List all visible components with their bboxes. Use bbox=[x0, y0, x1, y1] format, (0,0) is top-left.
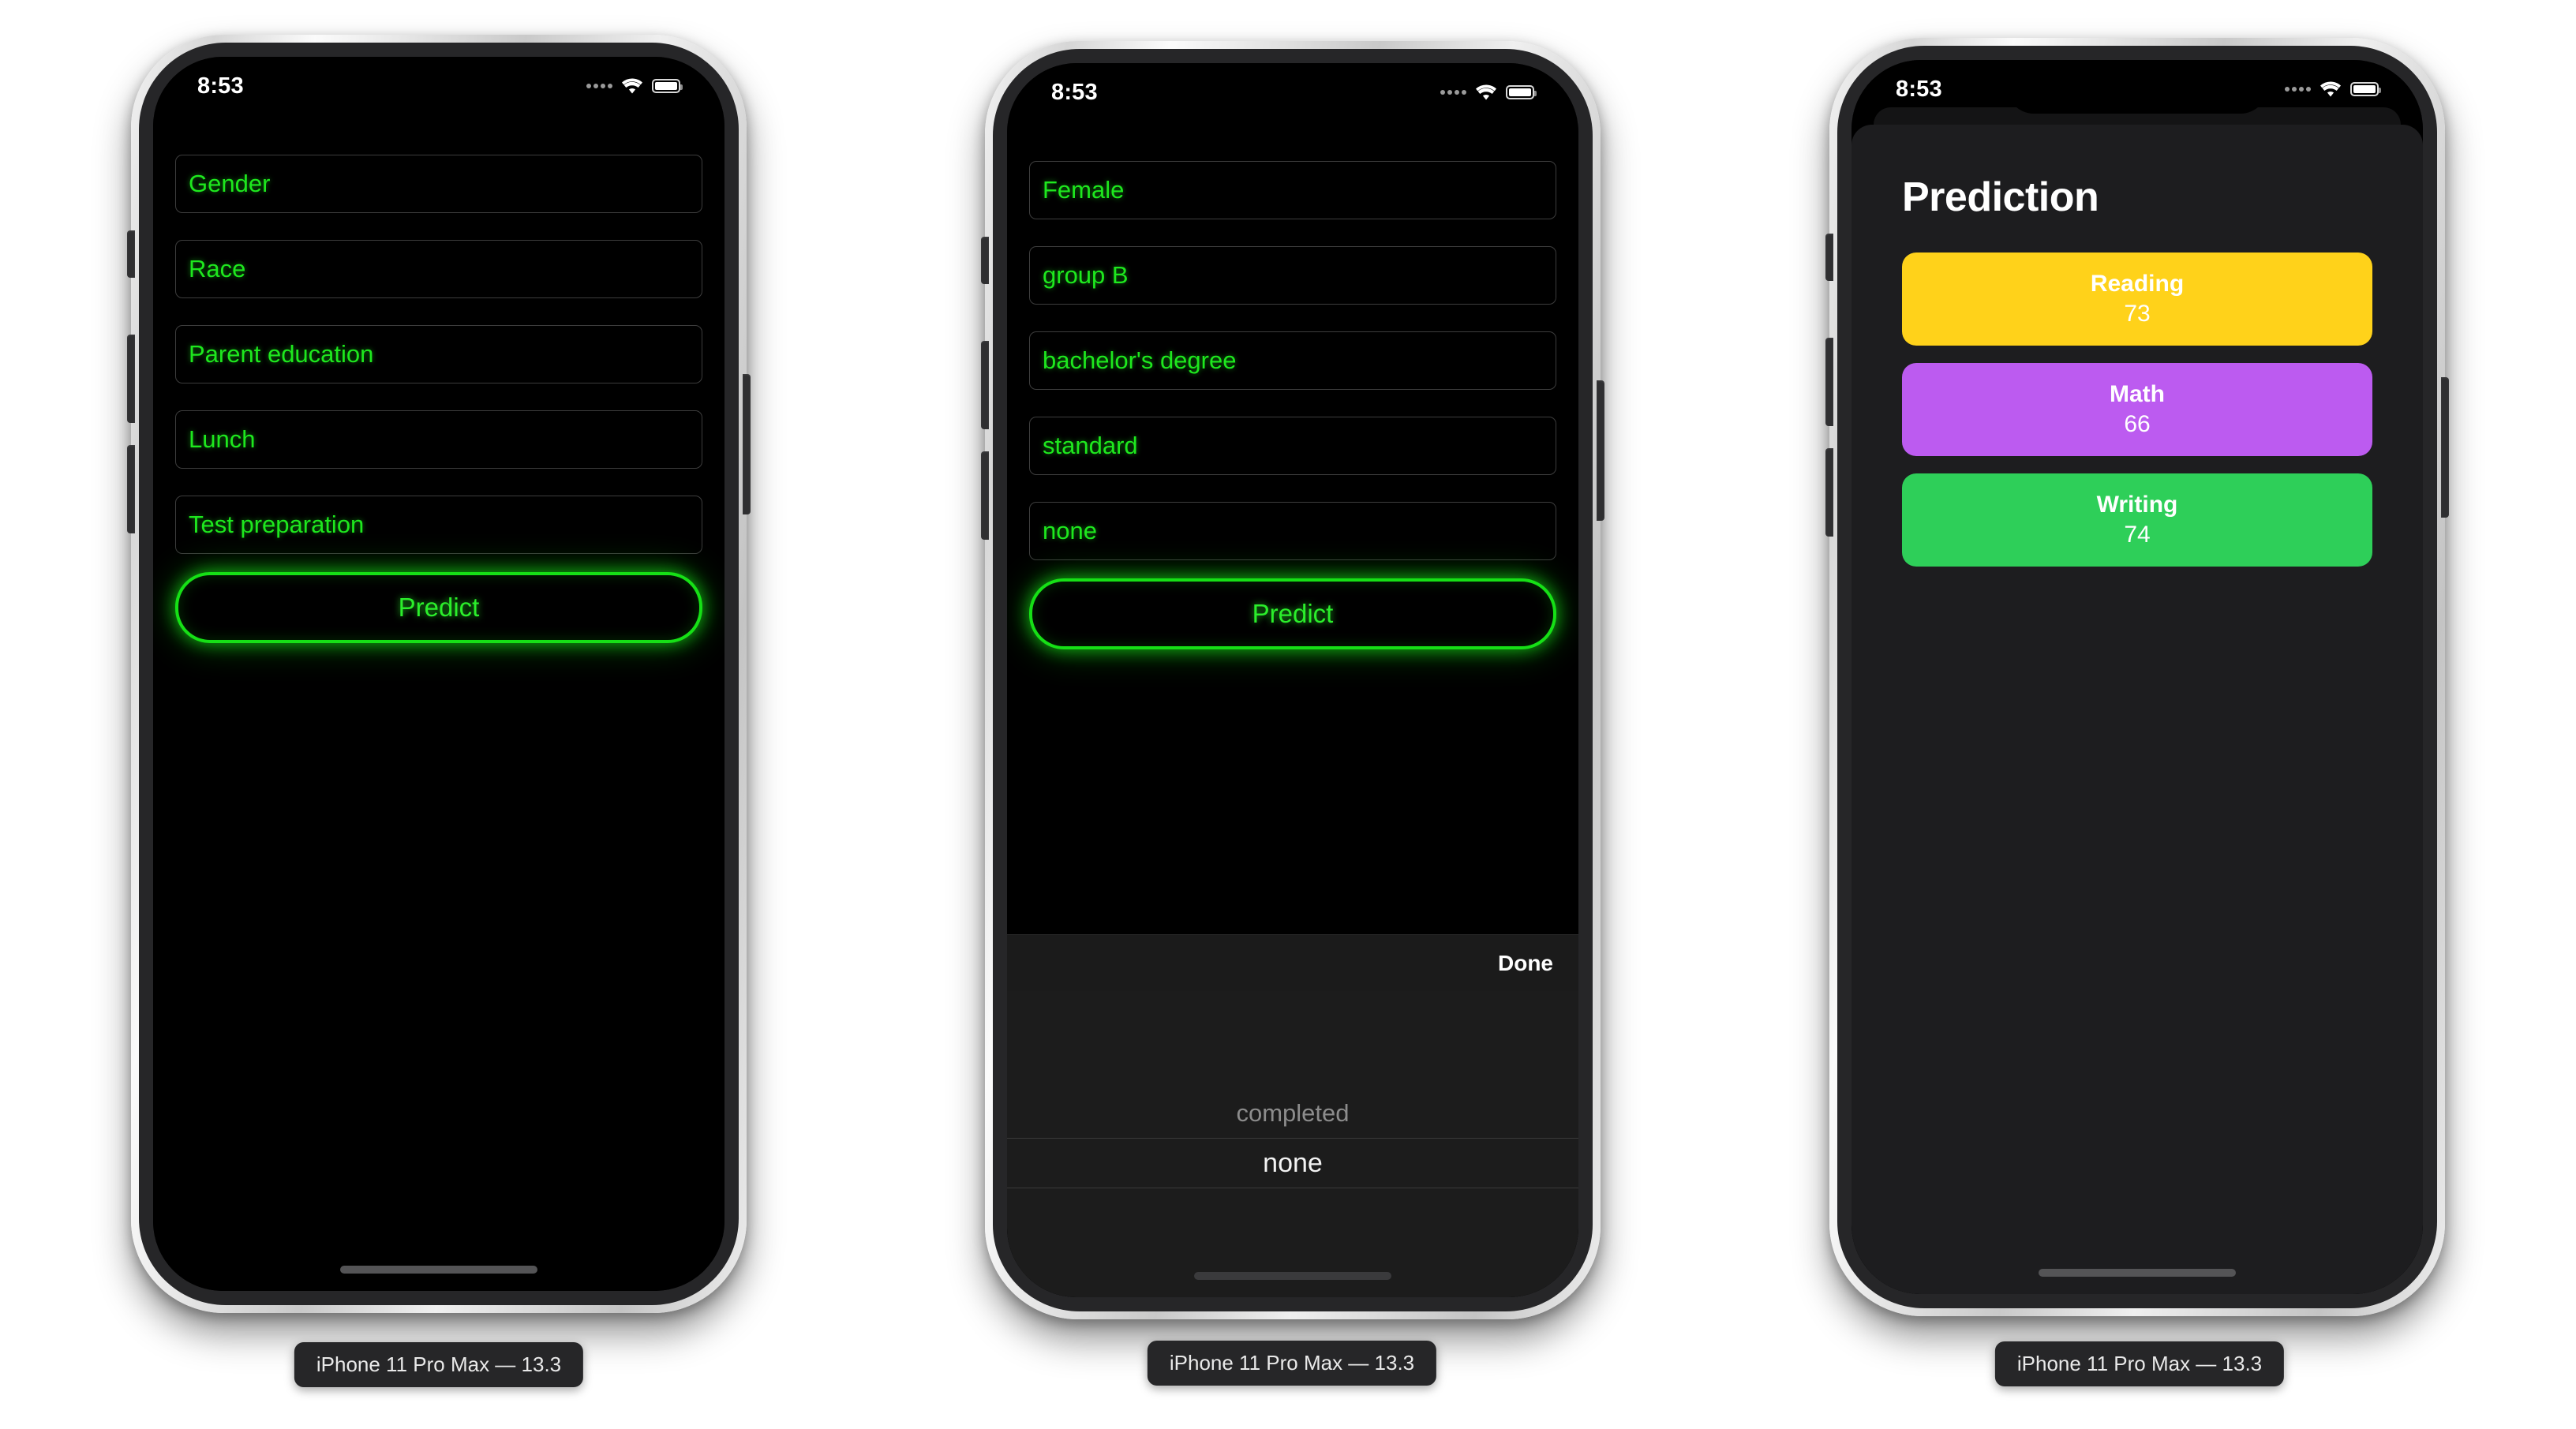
volume-up-button[interactable] bbox=[127, 335, 135, 423]
power-button[interactable] bbox=[2441, 377, 2449, 518]
done-button[interactable]: Done bbox=[1498, 951, 1553, 976]
predict-button[interactable]: Predict bbox=[175, 572, 702, 643]
score-card-writing[interactable]: Writing 74 bbox=[1902, 473, 2372, 567]
field-lunch[interactable]: Lunch bbox=[175, 410, 702, 469]
simulator-window-1[interactable]: 8:53 Gender Race Parent education Lunch … bbox=[127, 35, 751, 1313]
picker-rows: completed none bbox=[1007, 991, 1578, 1188]
input-field-list: Female group B bachelor's degree standar… bbox=[1007, 161, 1578, 587]
volume-down-button[interactable] bbox=[981, 451, 989, 540]
notch bbox=[1163, 63, 1423, 117]
predict-button-label: Predict bbox=[1252, 599, 1334, 628]
volume-down-button[interactable] bbox=[1825, 448, 1833, 537]
volume-up-button[interactable] bbox=[1825, 338, 1833, 426]
score-card-reading-subject: Reading bbox=[2090, 271, 2185, 297]
volume-up-button[interactable] bbox=[981, 341, 989, 429]
input-field-list: Gender Race Parent education Lunch Test … bbox=[153, 155, 724, 581]
device-caption-3: iPhone 11 Pro Max — 13.3 bbox=[1994, 1341, 2285, 1386]
predict-button-wrap: Predict bbox=[1007, 578, 1578, 649]
picker-toolbar: Done bbox=[1007, 934, 1578, 991]
field-lunch-text: Lunch bbox=[189, 425, 256, 453]
field-test-preparation[interactable]: Test preparation bbox=[175, 496, 702, 554]
score-card-reading-value: 73 bbox=[2124, 301, 2151, 327]
field-race[interactable]: Race bbox=[175, 240, 702, 298]
score-card-writing-value: 74 bbox=[2124, 522, 2151, 548]
notch bbox=[309, 57, 569, 110]
volume-down-button[interactable] bbox=[127, 445, 135, 533]
field-gender-text: Gender bbox=[189, 170, 271, 197]
field-gender-text: Female bbox=[1043, 176, 1125, 204]
prediction-score-list: Reading 73 Math 66 Writing 74 bbox=[1902, 253, 2372, 584]
picker-spacer-top bbox=[1007, 991, 1578, 1040]
picker-option-none-selected[interactable]: none bbox=[1007, 1138, 1578, 1188]
score-card-math-subject: Math bbox=[2110, 381, 2165, 407]
score-card-reading[interactable]: Reading 73 bbox=[1902, 253, 2372, 346]
field-test-preparation-text: Test preparation bbox=[189, 511, 365, 538]
mute-switch-button[interactable] bbox=[1825, 234, 1833, 281]
field-lunch[interactable]: standard bbox=[1029, 417, 1556, 475]
score-card-math[interactable]: Math 66 bbox=[1902, 363, 2372, 456]
field-parent-education[interactable]: Parent education bbox=[175, 325, 702, 383]
device-screen-3[interactable]: 8:53 Prediction Reading 73 Math 66 Writi… bbox=[1852, 60, 2423, 1294]
field-parent-education-text: Parent education bbox=[189, 340, 374, 368]
picker-wheel[interactable]: completed none bbox=[1007, 991, 1578, 1297]
mute-switch-button[interactable] bbox=[127, 230, 135, 278]
field-gender[interactable]: Gender bbox=[175, 155, 702, 213]
home-indicator[interactable] bbox=[2039, 1269, 2236, 1277]
score-card-math-value: 66 bbox=[2124, 411, 2151, 437]
picker-option-completed[interactable]: completed bbox=[1007, 1089, 1578, 1138]
page-title: Prediction bbox=[1902, 174, 2099, 220]
field-parent-education[interactable]: bachelor's degree bbox=[1029, 331, 1556, 390]
field-gender[interactable]: Female bbox=[1029, 161, 1556, 219]
device-screen-2[interactable]: 8:53 Female group B bachelor's degree st… bbox=[1007, 63, 1578, 1297]
field-race-text: Race bbox=[189, 255, 246, 282]
score-card-writing-subject: Writing bbox=[2096, 492, 2178, 518]
picker-spacer-top2 bbox=[1007, 1040, 1578, 1089]
field-race-text: group B bbox=[1043, 261, 1129, 289]
mute-switch-button[interactable] bbox=[981, 237, 989, 284]
field-lunch-text: standard bbox=[1043, 432, 1138, 459]
simulator-stage: 8:53 Gender Race Parent education Lunch … bbox=[0, 0, 2576, 1429]
field-race[interactable]: group B bbox=[1029, 246, 1556, 305]
device-screen-1[interactable]: 8:53 Gender Race Parent education Lunch … bbox=[153, 57, 724, 1291]
device-caption-2: iPhone 11 Pro Max — 13.3 bbox=[1147, 1341, 1437, 1386]
field-test-preparation-text: none bbox=[1043, 517, 1097, 544]
notch bbox=[2007, 60, 2267, 114]
home-indicator[interactable] bbox=[1194, 1272, 1391, 1280]
predict-button-wrap: Predict bbox=[153, 572, 724, 643]
predict-button[interactable]: Predict bbox=[1029, 578, 1556, 649]
power-button[interactable] bbox=[743, 374, 751, 514]
simulator-window-2[interactable]: 8:53 Female group B bachelor's degree st… bbox=[981, 41, 1604, 1319]
predict-button-label: Predict bbox=[398, 593, 480, 622]
field-parent-education-text: bachelor's degree bbox=[1043, 346, 1237, 374]
field-test-preparation[interactable]: none bbox=[1029, 502, 1556, 560]
home-indicator[interactable] bbox=[340, 1266, 537, 1274]
simulator-window-3[interactable]: 8:53 Prediction Reading 73 Math 66 Writi… bbox=[1825, 38, 2449, 1316]
power-button[interactable] bbox=[1597, 380, 1604, 521]
device-caption-1: iPhone 11 Pro Max — 13.3 bbox=[294, 1342, 584, 1387]
